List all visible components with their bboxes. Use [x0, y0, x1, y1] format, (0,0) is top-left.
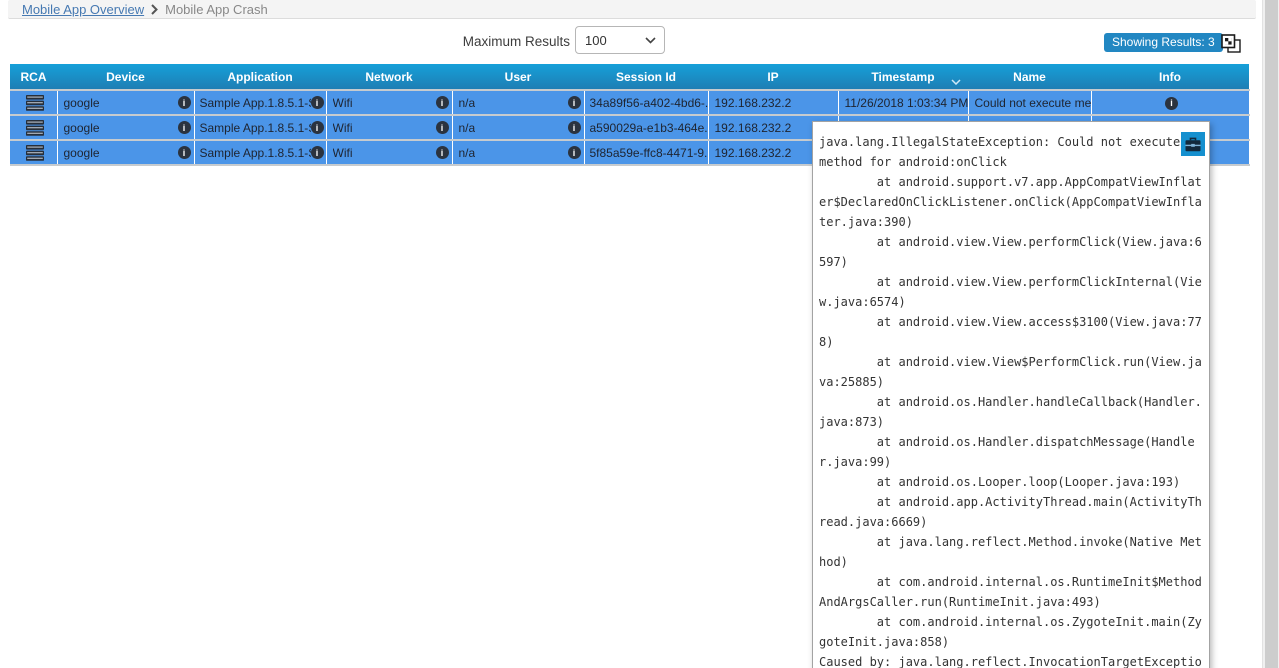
max-results-value: 100 — [585, 33, 607, 48]
max-results-select[interactable]: 100 — [575, 26, 665, 54]
user-value: n/a — [459, 121, 476, 135]
network-value: Wifi — [333, 121, 353, 135]
cell-user: n/a i — [452, 140, 584, 165]
cell-timestamp: 11/26/2018 1:03:34 PM — [838, 90, 968, 115]
cell-session-id: 5f85a59e-ffc8-4471-9... — [584, 140, 708, 165]
chevron-down-icon — [951, 74, 961, 88]
cell-device: google i — [57, 140, 194, 165]
cell-application: Sample App.1.8.5.1-Si — [194, 90, 326, 115]
breadcrumb-current: Mobile App Crash — [165, 2, 268, 17]
cell-session-id: 34a89f56-a402-4bd6-... — [584, 90, 708, 115]
device-value: google — [64, 121, 100, 135]
info-circle-icon[interactable]: i — [311, 121, 324, 134]
cell-rca — [10, 140, 57, 165]
stack-trace-popup: java.lang.IllegalStateException: Could n… — [812, 121, 1210, 668]
cell-rca — [10, 90, 57, 115]
application-value: Sample App.1.8.5.1-S — [200, 146, 311, 160]
chevron-right-icon — [151, 4, 158, 15]
column-header-network[interactable]: Network — [326, 64, 452, 90]
stack-trace-text: java.lang.IllegalStateException: Could n… — [819, 132, 1205, 668]
rca-list-lines-icon[interactable] — [26, 145, 44, 161]
cell-rca — [10, 115, 57, 140]
showing-results-badge: Showing Results: 3 — [1104, 33, 1223, 52]
cell-device: google i — [57, 115, 194, 140]
cell-user: n/a i — [452, 115, 584, 140]
column-header-user[interactable]: User — [452, 64, 584, 90]
info-circle-icon[interactable]: i — [436, 121, 449, 134]
breadcrumb: Mobile App Overview Mobile App Crash — [8, 0, 1256, 19]
info-circle-icon[interactable]: i — [178, 96, 191, 109]
cell-user: n/a i — [452, 90, 584, 115]
cell-network: Wifi i — [326, 140, 452, 165]
info-circle-icon[interactable]: i — [568, 121, 581, 134]
column-header-application[interactable]: Application — [194, 64, 326, 90]
column-header-name[interactable]: Name — [968, 64, 1091, 90]
cell-application: Sample App.1.8.5.1-Si — [194, 140, 326, 165]
chevron-down-icon — [645, 37, 656, 44]
cell-device: google i — [57, 90, 194, 115]
column-header-ip[interactable]: IP — [708, 64, 838, 90]
user-value: n/a — [459, 96, 476, 110]
cell-info: i — [1091, 90, 1249, 115]
rca-list-lines-icon[interactable] — [26, 95, 44, 111]
cell-network: Wifi i — [326, 90, 452, 115]
info-circle-icon[interactable]: i — [568, 146, 581, 159]
info-circle-icon[interactable]: i — [568, 96, 581, 109]
column-header-timestamp-label: Timestamp — [871, 70, 934, 84]
application-value: Sample App.1.8.5.1-S — [200, 121, 311, 135]
briefcase-icon — [1185, 137, 1201, 152]
info-circle-icon[interactable]: i — [178, 146, 191, 159]
info-circle-icon[interactable]: i — [436, 146, 449, 159]
vertical-scrollbar[interactable] — [1262, 0, 1279, 668]
table-header-row: RCA Device Application Network User Sess… — [10, 64, 1249, 90]
cell-application: Sample App.1.8.5.1-Si — [194, 115, 326, 140]
column-header-timestamp[interactable]: Timestamp — [838, 64, 968, 90]
column-header-info[interactable]: Info — [1091, 64, 1249, 90]
info-circle-icon[interactable]: i — [1165, 97, 1178, 110]
application-value: Sample App.1.8.5.1-S — [200, 96, 311, 110]
info-circle-icon[interactable]: i — [311, 146, 324, 159]
user-value: n/a — [459, 146, 476, 160]
cell-network: Wifi i — [326, 115, 452, 140]
info-circle-icon[interactable]: i — [311, 96, 324, 109]
table-row[interactable]: googlei Sample App.1.8.5.1-Si Wifii n/ai… — [10, 90, 1249, 115]
max-results-label: Maximum Results — [452, 34, 570, 49]
column-header-device[interactable]: Device — [57, 64, 194, 90]
info-circle-icon[interactable]: i — [178, 121, 191, 134]
network-value: Wifi — [333, 96, 353, 110]
device-value: google — [64, 96, 100, 110]
cell-name: Could not execute me... — [968, 90, 1091, 115]
network-value: Wifi — [333, 146, 353, 160]
cell-session-id: a590029a-e1b3-464e... — [584, 115, 708, 140]
device-value: google — [64, 146, 100, 160]
copy-pages-icon[interactable] — [1221, 34, 1242, 59]
cell-ip: 192.168.232.2 — [708, 90, 838, 115]
info-circle-icon[interactable]: i — [436, 96, 449, 109]
rca-list-lines-icon[interactable] — [26, 120, 44, 136]
breadcrumb-link-overview[interactable]: Mobile App Overview — [22, 2, 144, 17]
column-header-session-id[interactable]: Session Id — [584, 64, 708, 90]
scrollbar-thumb[interactable] — [1265, 0, 1278, 668]
column-header-rca[interactable]: RCA — [10, 64, 57, 90]
mobile-app-crash-screen: Mobile App Overview Mobile App Crash Max… — [0, 0, 1279, 668]
